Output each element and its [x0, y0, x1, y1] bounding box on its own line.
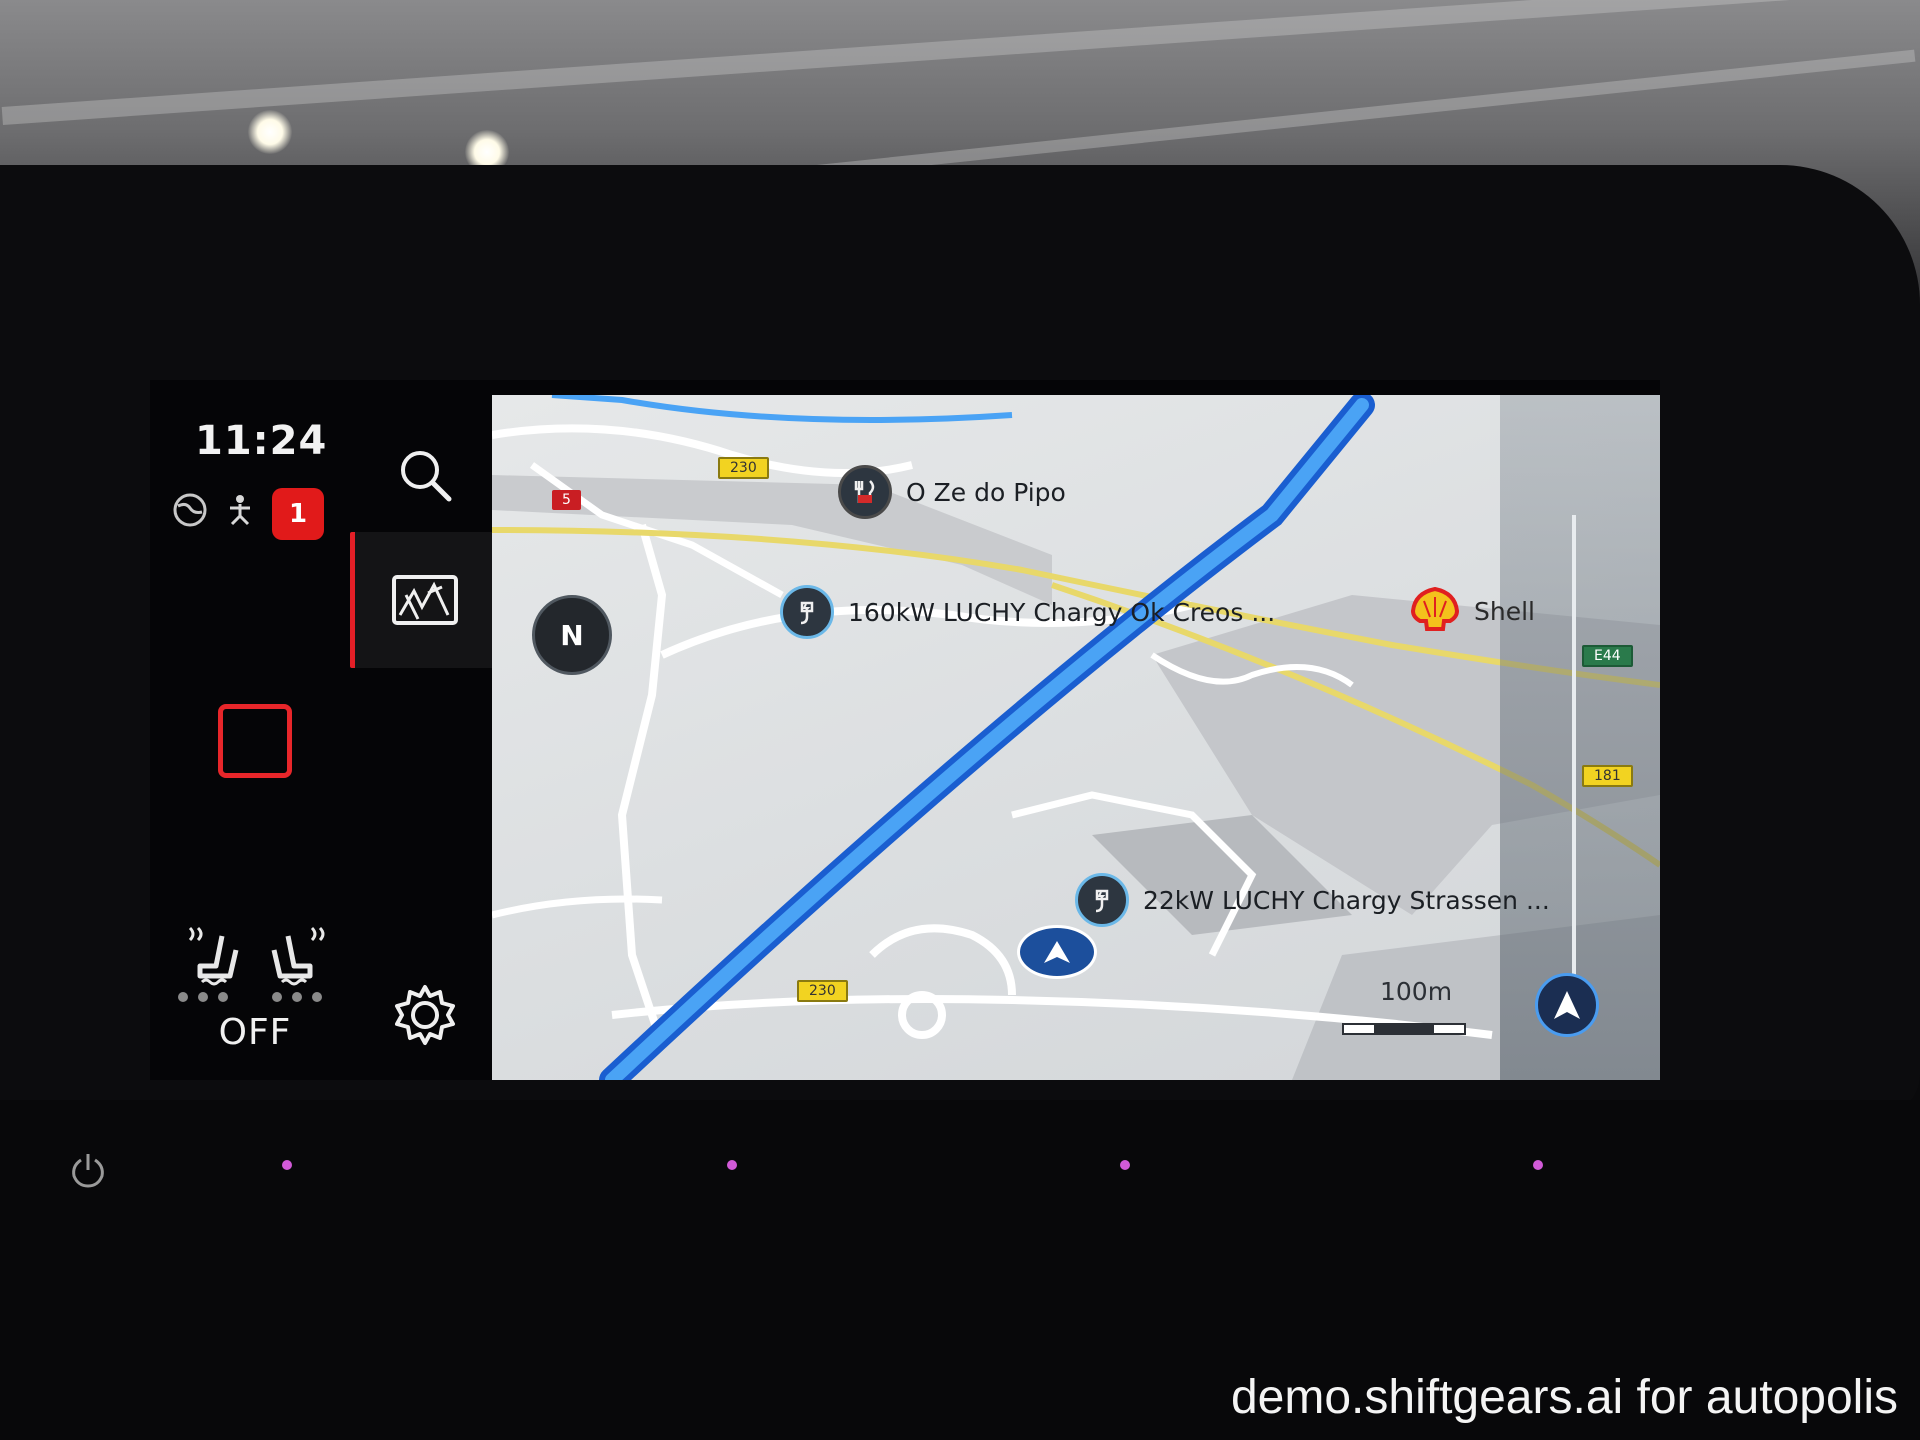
map-scale-bar	[1342, 1023, 1466, 1035]
poi-fuel-station[interactable]: Shell	[1410, 586, 1535, 635]
power-icon[interactable]	[68, 1150, 108, 1190]
poi-ev-charger[interactable]: 22kW LUCHY Chargy Strassen ...	[1075, 873, 1550, 927]
climate-control-led[interactable]	[282, 1160, 306, 1184]
climate-control-led[interactable]	[727, 1160, 751, 1184]
seatbelt-icon	[220, 492, 260, 532]
map-scale-label: 100m	[1380, 977, 1453, 1006]
ceiling-light	[248, 110, 292, 154]
seat-heat-level-left	[178, 992, 228, 1004]
poi-restaurant[interactable]: O Ze do Pipo	[838, 465, 1066, 519]
road-shield: E44	[1582, 645, 1633, 667]
seat-heat-icon	[271, 926, 325, 986]
road-shield: 181	[1582, 765, 1633, 787]
map-view-button[interactable]	[355, 532, 495, 668]
compass-button[interactable]: N	[532, 595, 612, 675]
map-roads	[492, 395, 1660, 1080]
vehicle-position-icon	[1017, 925, 1097, 979]
ev-charging-icon	[780, 585, 834, 639]
notification-badge[interactable]: 1	[272, 488, 324, 540]
search-icon	[401, 451, 452, 502]
settings-button[interactable]	[355, 965, 495, 1065]
globe-icon	[170, 492, 210, 532]
watermark: demo.shiftgears.ai for autopolis	[1230, 1371, 1898, 1424]
poi-label: O Ze do Pipo	[906, 477, 1066, 507]
navigation-menu	[355, 395, 495, 1080]
road-shield: 230	[797, 980, 848, 1002]
compass-label: N	[560, 618, 584, 652]
fan-status[interactable]: OFF	[190, 1012, 320, 1053]
poi-label: 22kW LUCHY Chargy Strassen ...	[1143, 885, 1550, 915]
status-panel: 11:24 1 OFF	[160, 400, 350, 1080]
poi-label: Shell	[1474, 596, 1535, 626]
ev-charging-icon	[1075, 873, 1129, 927]
road-shield: 230	[718, 457, 769, 479]
navigation-arrow-icon	[1554, 991, 1580, 1019]
road-shield: 5	[552, 490, 581, 510]
seat-heat-level-right	[272, 992, 322, 1004]
search-button[interactable]	[355, 425, 495, 525]
stop-button[interactable]	[218, 704, 292, 778]
recenter-button[interactable]	[1535, 973, 1599, 1037]
gear-icon	[395, 985, 455, 1045]
zoom-track[interactable]	[1572, 515, 1576, 975]
ceiling-beam	[1, 0, 1919, 125]
map-icon	[392, 575, 458, 625]
poi-label: 160kW LUCHY Chargy Ok Creos ...	[848, 597, 1276, 627]
clock: 11:24	[195, 418, 328, 464]
restaurant-icon	[838, 465, 892, 519]
climate-control-led[interactable]	[1120, 1160, 1144, 1184]
poi-ev-charger[interactable]: 160kW LUCHY Chargy Ok Creos ...	[780, 585, 1275, 639]
seat-heat-icon	[188, 926, 239, 986]
climate-control-led[interactable]	[1533, 1160, 1557, 1184]
shell-fuel-icon	[1410, 586, 1460, 635]
navigation-map[interactable]: 230 5 230 E44 181 O Ze do Pipo 160kW LUC…	[492, 395, 1660, 1080]
